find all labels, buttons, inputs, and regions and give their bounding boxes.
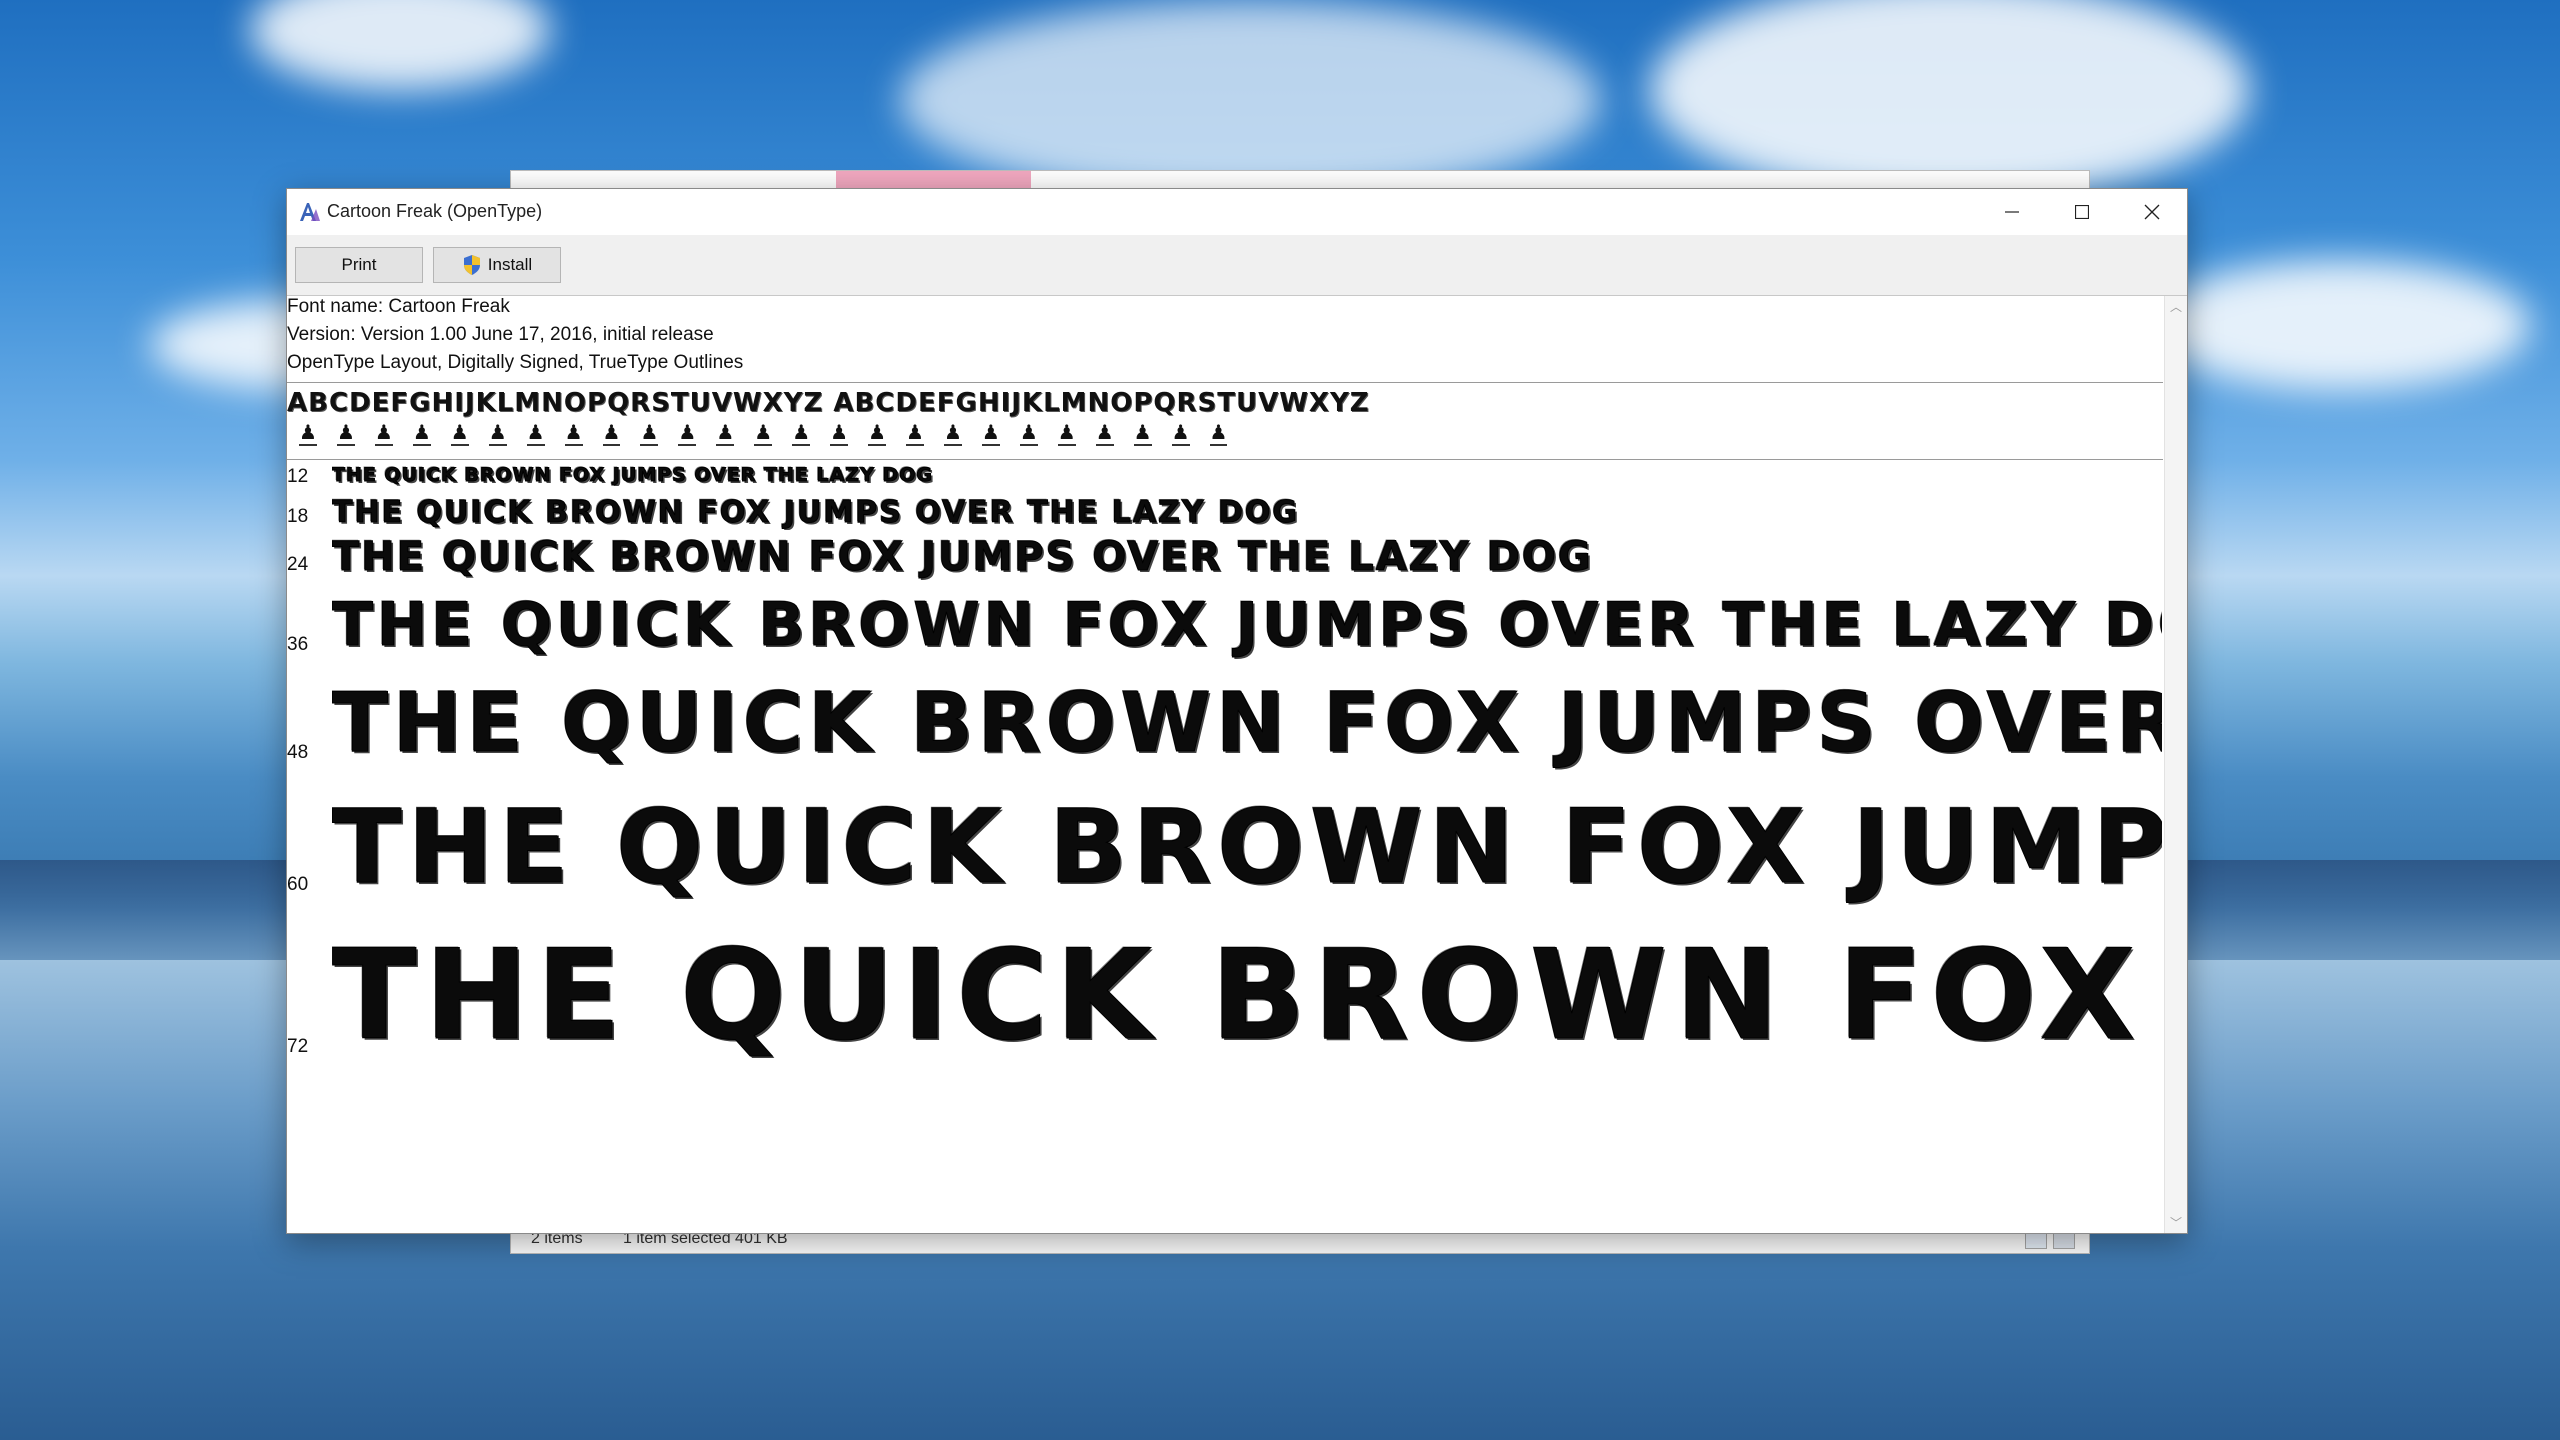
separator [287, 459, 2163, 460]
window-title: Cartoon Freak (OpenType) [327, 201, 543, 221]
sample-size-label: 18 [287, 506, 309, 527]
cloud [250, 0, 550, 90]
font-viewer-window: Cartoon Freak (OpenType) Print Install F… [286, 188, 2188, 1234]
font-name-line: Font name: Cartoon Freak [287, 296, 510, 317]
symbol-glyph-preview: ♟ ♟ ♟ ♟ ♟ ♟ ♟ ♟ ♟ ♟ ♟ ♟ ♟ ♟ ♟ ♟ ♟ ♟ ♟ ♟ ♟ ♟ ♟ ♟ ♟ [299, 420, 1228, 446]
sample-size-label: 36 [287, 634, 309, 655]
print-label: Print [341, 255, 377, 274]
alphabet-preview: ABCDEFGHIJKLMNOPQRSTUVWXYZ ABCDEFGHIJKLM… [287, 388, 1370, 418]
sample-size-label: 12 [287, 466, 309, 487]
font-features-line: OpenType Layout, Digitally Signed, TrueT… [287, 352, 744, 373]
uac-shield-icon [463, 255, 480, 275]
sample-size-label: 48 [287, 742, 309, 763]
close-icon [2144, 204, 2160, 220]
sample-size-label: 24 [287, 554, 309, 575]
sample-text: THE QUICK BROWN FOX JUMPS OVER THE LAZY … [332, 464, 933, 486]
scroll-down-arrow-icon[interactable]: ﹀ [2165, 1214, 2187, 1231]
scroll-up-arrow-icon[interactable]: ︿ [2165, 298, 2187, 315]
minimize-icon [2005, 211, 2019, 213]
vertical-scrollbar[interactable]: ︿ ﹀ [2164, 296, 2187, 1233]
font-preview-area: Font name: Cartoon Freak Version: Versio… [287, 296, 2163, 1233]
install-label: Install [487, 255, 533, 274]
font-version-line: Version: Version 1.00 June 17, 2016, ini… [287, 324, 714, 345]
maximize-button[interactable] [2047, 189, 2117, 235]
minimize-button[interactable] [1977, 189, 2047, 235]
sample-text: THE QUICK BROWN FOX JUMPS OVER THE LAZY … [332, 590, 2162, 660]
separator [287, 382, 2163, 383]
close-button[interactable] [2117, 189, 2187, 235]
maximize-icon [2075, 205, 2089, 219]
cloud [2150, 260, 2530, 390]
title-bar: Cartoon Freak (OpenType) [287, 189, 2187, 235]
sample-text: THE QUICK BROWN FOX JUMPS OVER THE LAZY … [332, 495, 1300, 530]
print-button[interactable]: Print [295, 247, 423, 283]
install-button[interactable]: Install [433, 247, 561, 283]
sample-text: THE QUICK BROWN FOX JUMPS [332, 788, 2162, 907]
toolbar: Print Install [287, 235, 2187, 296]
sample-text: THE QUICK BROWN FOX J [332, 924, 2162, 1068]
font-app-icon [300, 203, 320, 221]
sample-size-label: 60 [287, 874, 309, 895]
sample-text: THE QUICK BROWN FOX JUMPS OVER [332, 676, 2162, 771]
sample-text: THE QUICK BROWN FOX JUMPS OVER THE LAZY … [332, 534, 1593, 580]
sample-size-label: 72 [287, 1036, 309, 1057]
